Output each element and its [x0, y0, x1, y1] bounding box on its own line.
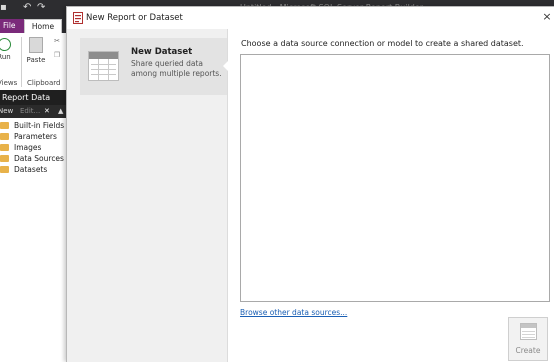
instruction-text: Choose a data source connection or model…	[241, 39, 524, 48]
run-label: Run	[0, 53, 11, 61]
cut-icon[interactable]: ✂	[52, 37, 62, 45]
tree-item-built-in-fields[interactable]: Built-in Fields	[0, 120, 64, 131]
report-data-header: Report Data	[0, 90, 70, 105]
tree-item-data-sources[interactable]: Data Sources	[0, 153, 64, 164]
dataset-table-icon	[88, 51, 119, 81]
tree-item-label: Images	[14, 143, 42, 152]
report-data-tree: Built-in Fields Parameters Images Data S…	[0, 118, 70, 361]
run-icon	[0, 38, 11, 51]
new-report-or-dataset-dialog: New Report or Dataset × New Dataset Shar…	[66, 6, 554, 362]
edit-button[interactable]: Edit...	[20, 105, 40, 118]
tab-file[interactable]: File	[0, 19, 24, 33]
browse-other-data-sources-link[interactable]: Browse other data sources...	[240, 308, 347, 317]
new-dropdown-button[interactable]: New	[0, 105, 13, 118]
redo-icon[interactable]: ↷	[37, 3, 47, 13]
close-icon[interactable]: ×	[540, 10, 554, 24]
option-new-dataset[interactable]: New Dataset Share queried data among mul…	[80, 38, 228, 95]
tree-item-parameters[interactable]: Parameters	[0, 131, 57, 142]
tree-item-label: Data Sources	[14, 154, 64, 163]
undo-icon[interactable]: ↶	[23, 3, 33, 13]
folder-icon	[0, 144, 9, 151]
selection-pointer	[223, 61, 228, 71]
tree-item-label: Parameters	[14, 132, 57, 141]
run-button[interactable]: Run	[0, 38, 12, 61]
paste-icon	[29, 37, 43, 53]
tree-item-datasets[interactable]: Datasets	[0, 164, 47, 175]
folder-icon	[0, 155, 9, 162]
report-data-toolbar: New Edit... ✕ ▲	[0, 105, 70, 118]
ribbon-tab-bar: File Home	[0, 18, 70, 34]
views-group-label: Views	[0, 79, 18, 87]
create-label: Create	[515, 346, 541, 355]
report-builder-logo-icon: ▪	[0, 2, 7, 13]
folder-icon	[0, 122, 9, 129]
ribbon-divider	[21, 37, 22, 87]
tree-item-label: Datasets	[14, 165, 48, 174]
option-title: New Dataset	[131, 47, 193, 57]
folder-icon	[0, 133, 9, 140]
paste-button[interactable]: Paste	[25, 37, 47, 64]
tab-home[interactable]: Home	[24, 19, 62, 34]
create-table-icon	[520, 323, 537, 340]
tree-item-images[interactable]: Images	[0, 142, 41, 153]
copy-icon[interactable]: ❐	[52, 51, 62, 59]
dialog-options-pane: New Dataset Share queried data among mul…	[67, 29, 228, 362]
ribbon: Run Paste ✂ ❐ Views Clipboard	[0, 33, 70, 91]
paste-label: Paste	[26, 56, 46, 64]
clipboard-group-label: Clipboard	[27, 79, 61, 87]
delete-icon[interactable]: ✕	[44, 105, 50, 118]
dialog-title-bar: New Report or Dataset ×	[67, 7, 554, 29]
data-source-list[interactable]	[240, 54, 550, 302]
report-builder-icon	[73, 12, 83, 24]
dialog-title: New Report or Dataset	[86, 13, 183, 23]
folder-icon	[0, 166, 9, 173]
option-description: Share queried data among multiple report…	[131, 59, 222, 78]
tree-item-label: Built-in Fields	[14, 121, 65, 130]
move-up-icon[interactable]: ▲	[58, 105, 63, 118]
create-button[interactable]: Create	[508, 317, 548, 361]
